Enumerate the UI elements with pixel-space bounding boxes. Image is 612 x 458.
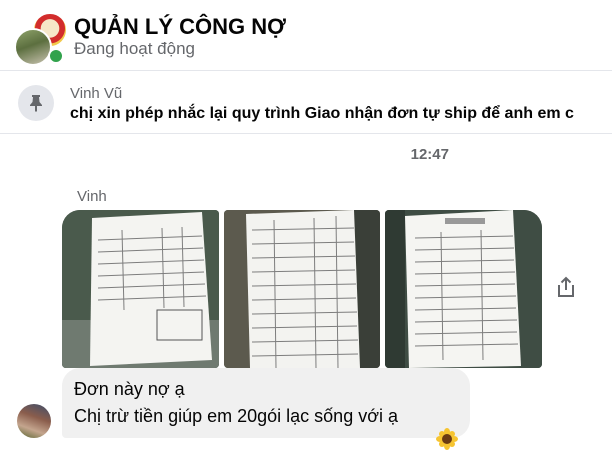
photo-attachment-2[interactable] xyxy=(224,210,380,368)
pushpin-icon xyxy=(18,85,54,121)
activity-status: Đang hoạt động xyxy=(74,39,195,58)
pinned-message-bar[interactable]: Vinh Vũ chị xin phép nhắc lại quy trình … xyxy=(0,71,612,134)
photo-attachment-1[interactable] xyxy=(62,210,219,368)
online-status-dot xyxy=(48,48,64,64)
chat-header: QUẢN LÝ CÔNG NỢ Đang hoạt động xyxy=(0,0,612,71)
pinned-text: chị xin phép nhắc lại quy trình Giao nhậ… xyxy=(70,105,574,122)
message-line-2: Chị trừ tiền giúp em 20gói lạc sống với … xyxy=(74,406,399,426)
conversation-title[interactable]: QUẢN LÝ CÔNG NỢ xyxy=(74,14,286,40)
message-bubble[interactable]: Đơn này nợ ạ Chị trừ tiền giúp em 20gói … xyxy=(62,368,470,438)
message-timestamp: 12:47 xyxy=(410,146,449,163)
group-avatar-photo xyxy=(14,28,52,66)
message-sender-name: Vinh xyxy=(77,188,107,205)
share-icon[interactable] xyxy=(553,274,579,300)
sunflower-icon[interactable] xyxy=(436,428,458,450)
message-line-1: Đơn này nợ ạ xyxy=(74,379,185,399)
photo-attachment-3[interactable] xyxy=(385,210,542,368)
sender-avatar[interactable] xyxy=(17,404,51,438)
group-avatar[interactable] xyxy=(14,12,68,66)
photo-attachments xyxy=(62,210,542,368)
pinned-sender: Vinh Vũ xyxy=(70,85,123,102)
